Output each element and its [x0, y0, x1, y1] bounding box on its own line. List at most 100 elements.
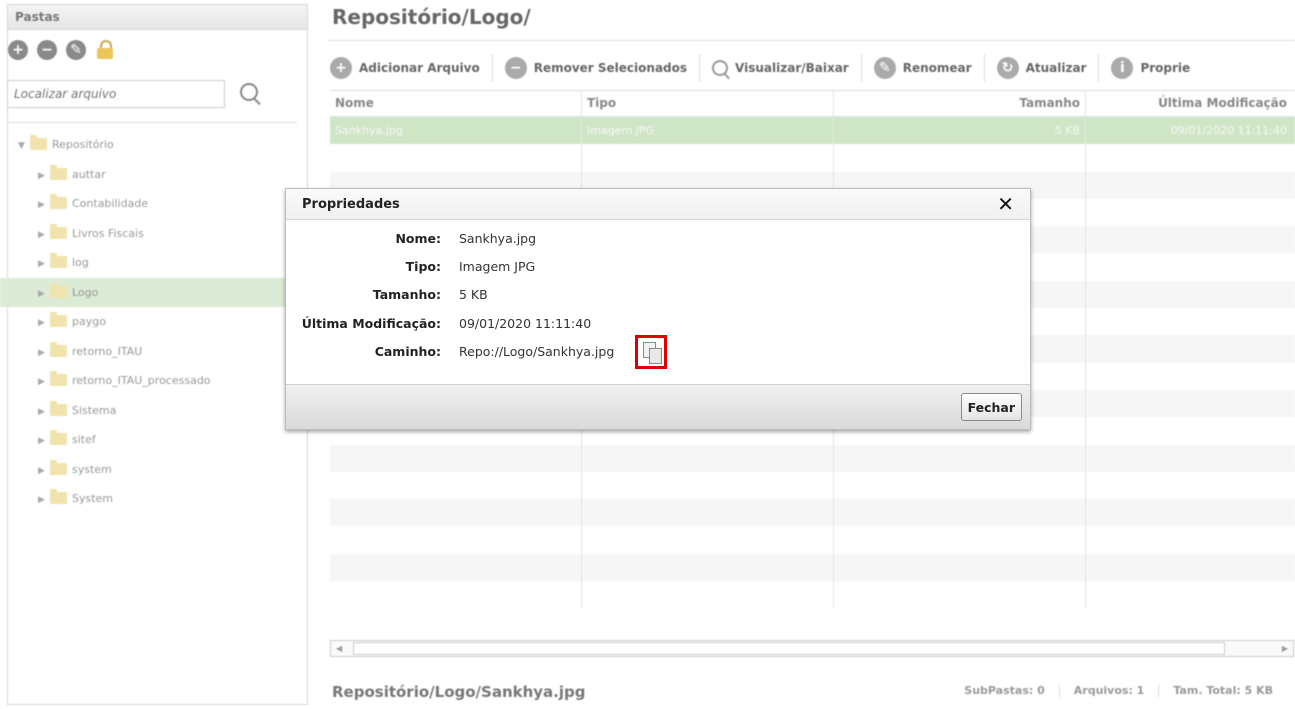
tree-item-label: Logo — [72, 285, 99, 299]
column-header-size[interactable]: Tamanho — [834, 91, 1086, 116]
collapse-icon[interactable]: ▶ — [38, 457, 47, 487]
tree-item[interactable]: ▶ system — [0, 455, 299, 485]
collapse-icon[interactable]: ▶ — [38, 221, 47, 251]
collapse-icon[interactable]: ▶ — [38, 250, 47, 280]
tree-item-label: Sistema — [72, 403, 117, 417]
search-icon[interactable] — [240, 83, 258, 101]
refresh-icon: ↻ — [996, 57, 1019, 79]
folder-icon — [50, 194, 67, 209]
folder-icon — [50, 312, 67, 327]
column-header-modified[interactable]: Última Modificação — [1086, 91, 1295, 116]
remove-folder-icon[interactable]: − — [37, 40, 57, 60]
properties-label: Proprie — [1140, 61, 1191, 75]
folder-icon — [50, 341, 67, 357]
folder-icon — [50, 164, 67, 180]
cell-name: Sankhya.jpg — [330, 117, 582, 145]
tree-item-label: log — [72, 256, 89, 269]
folder-icon — [30, 135, 47, 150]
tree-item[interactable]: ▶ retorno_ITAU_processado — [0, 366, 299, 396]
search-input[interactable] — [7, 80, 225, 108]
tree-item[interactable]: ▶ sitef — [0, 425, 299, 455]
prop-label-modified: Última Modificação: — [301, 316, 441, 331]
prop-value-path: Repo://Logo/Sankhya.jpg — [459, 344, 615, 359]
cell-size: 5 KB — [834, 117, 1086, 145]
tree-item[interactable]: ▶ Contabilidade — [0, 189, 299, 219]
rename-label: Renomear — [902, 61, 972, 75]
column-header-name[interactable]: Nome — [330, 91, 582, 116]
add-folder-icon[interactable]: + — [8, 40, 28, 60]
collapse-icon[interactable]: ▶ — [38, 368, 47, 398]
magnifier-icon — [712, 60, 729, 76]
tree-item-label: system — [72, 462, 112, 476]
horizontal-scrollbar[interactable]: ◀ ▶ — [330, 640, 1294, 657]
collapse-icon[interactable]: ▶ — [38, 427, 47, 457]
divider — [7, 122, 297, 123]
copy-icon-front — [649, 348, 662, 364]
prop-size: Tamanho: 5 KB — [286, 285, 1030, 305]
folder-icon — [50, 371, 67, 386]
close-icon[interactable]: ✕ — [997, 192, 1014, 216]
empty-row — [330, 553, 1295, 582]
cell-type: Imagem JPG — [582, 117, 834, 145]
collapse-icon[interactable]: ▶ — [38, 486, 47, 516]
table-row[interactable]: Sankhya.jpg Imagem JPG 5 KB 09/01/2020 1… — [330, 117, 1295, 145]
info-icon: i — [1111, 57, 1134, 79]
dialog-footer: Fechar — [286, 384, 1030, 429]
prop-label-size: Tamanho: — [372, 287, 441, 302]
collapse-icon[interactable]: ▶ — [38, 309, 47, 339]
tree-item[interactable]: ▶ auttar — [0, 160, 299, 190]
empty-row — [330, 499, 1295, 527]
prop-value-modified: 09/01/2020 11:11:40 — [459, 316, 592, 331]
empty-row — [330, 471, 1295, 500]
tree-item-label: Livros Fiscais — [72, 226, 144, 240]
refresh-button[interactable]: ↻ Atualizar — [996, 54, 1100, 82]
status-stats: SubPastas: 0 Arquivos: 1 Tam. Total: 5 K… — [950, 684, 1287, 697]
tree-item-label: sitef — [72, 433, 96, 446]
add-file-label: Adicionar Arquivo — [359, 61, 480, 75]
folder-icon — [50, 489, 67, 504]
collapse-icon[interactable]: ▶ — [38, 162, 47, 192]
tree-item-label: retorno_ITAU_processado — [72, 374, 211, 387]
column-header-type[interactable]: Tipo — [582, 91, 834, 116]
rename-button[interactable]: ✎ Renomear — [873, 54, 985, 82]
folder-icon — [50, 400, 67, 416]
tree-item-root[interactable]: ▼ Repositório — [0, 130, 299, 160]
collapse-icon[interactable]: ▶ — [38, 339, 47, 369]
remove-selected-button[interactable]: − Remover Selecionados — [504, 54, 701, 82]
tree-item-label: System — [72, 492, 114, 505]
prop-name: Nome: Sankhya.jpg — [286, 229, 1030, 249]
close-button[interactable]: Fechar — [960, 393, 1022, 421]
add-file-button[interactable]: + Adicionar Arquivo — [330, 54, 493, 82]
collapse-icon[interactable]: ▶ — [38, 280, 47, 310]
collapse-icon[interactable]: ▶ — [38, 398, 47, 428]
edit-folder-icon[interactable]: ✎ — [66, 40, 86, 60]
scroll-right-icon[interactable]: ▶ — [1282, 641, 1288, 656]
status-path: Repositório/Logo/Sankhya.jpg — [332, 683, 586, 701]
prop-modified: Última Modificação: 09/01/2020 11:11:40 — [286, 314, 1030, 334]
properties-dialog: Propriedades ✕ Nome: Sankhya.jpg Tipo: I… — [285, 188, 1031, 430]
lock-icon[interactable] — [97, 40, 113, 59]
folder-icon — [50, 459, 67, 475]
prop-type: Tipo: Imagem JPG — [286, 257, 1030, 277]
tree-item-label: paygo — [72, 315, 106, 328]
files-count: Arquivos: 1 — [1058, 684, 1159, 697]
tree-item[interactable]: ▶ Sistema — [0, 396, 299, 426]
folder-icon — [50, 282, 67, 298]
properties-button[interactable]: i Proprie — [1111, 54, 1202, 82]
copy-path-button[interactable] — [635, 335, 667, 369]
expand-icon[interactable]: ▼ — [18, 132, 27, 162]
total-size: Tam. Total: 5 KB — [1158, 684, 1287, 697]
collapse-icon[interactable]: ▶ — [38, 191, 47, 221]
scroll-thumb[interactable] — [353, 642, 1225, 655]
prop-label-name: Nome: — [395, 231, 441, 246]
scroll-left-icon[interactable]: ◀ — [336, 641, 342, 656]
folder-toolbar: + − ✎ — [8, 40, 113, 60]
folder-icon — [50, 430, 67, 445]
file-toolbar: + Adicionar Arquivo − Remover Selecionados… — [330, 54, 1214, 82]
cell-modified: 09/01/2020 11:11:40 — [1170, 124, 1287, 137]
view-download-button[interactable]: Visualizar/Baixar — [712, 54, 862, 82]
empty-row — [330, 444, 1295, 472]
tree-item[interactable]: ▶ System — [0, 484, 299, 514]
subfolders-count: SubPastas: 0 — [964, 684, 1045, 697]
prop-value-size: 5 KB — [459, 287, 488, 302]
